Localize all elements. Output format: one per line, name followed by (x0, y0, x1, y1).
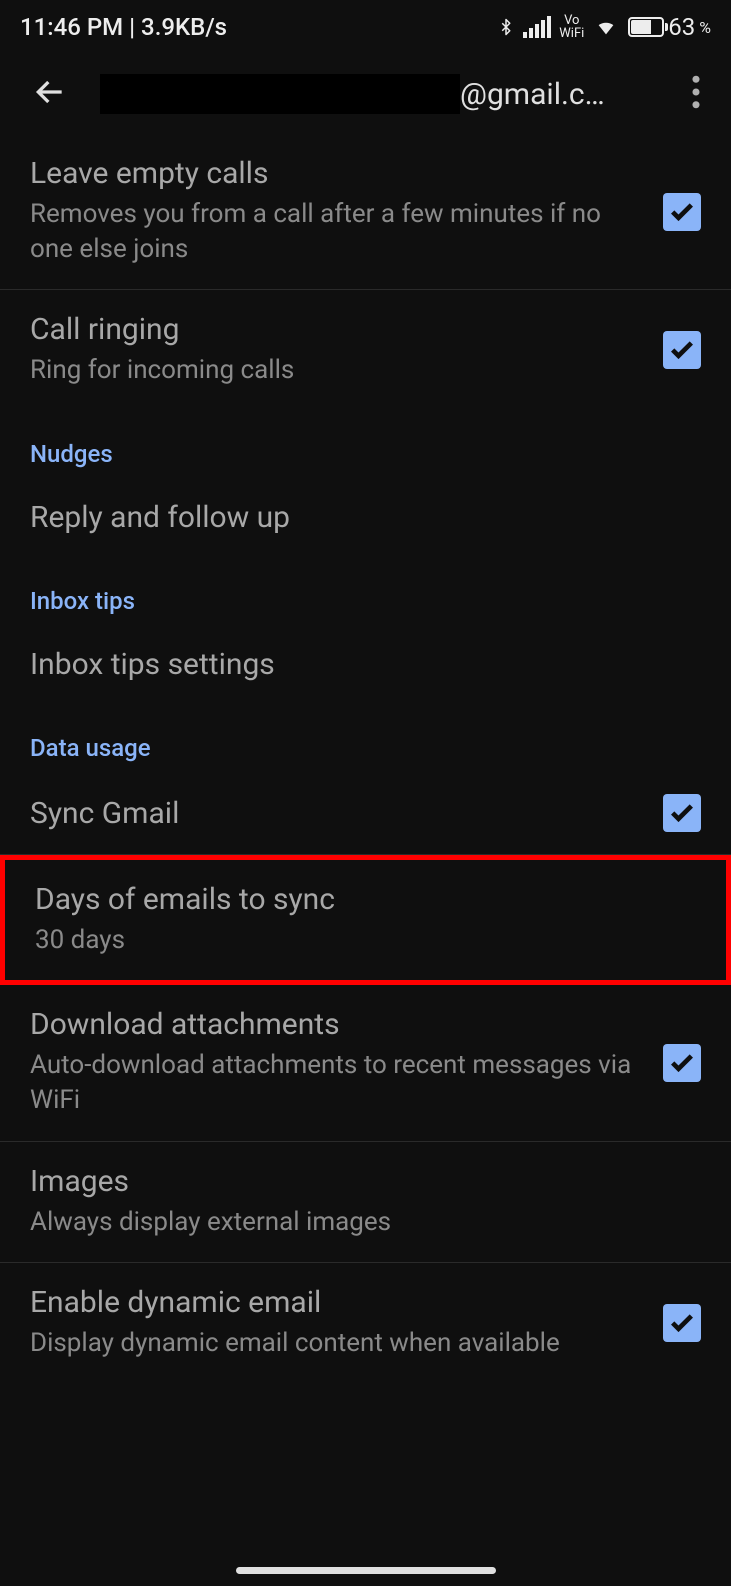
check-icon (668, 799, 696, 827)
download-attachments-title: Download attachments (30, 1007, 643, 1042)
call-ringing-checkbox[interactable] (663, 331, 701, 369)
vowifi-icon: VoWiFi (559, 14, 584, 40)
setting-download-attachments[interactable]: Download attachments Auto-download attac… (0, 985, 731, 1141)
dynamic-email-checkbox[interactable] (663, 1304, 701, 1342)
leave-empty-calls-sub: Removes you from a call after a few minu… (30, 197, 643, 267)
check-icon (668, 336, 696, 364)
app-bar: @gmail.c… (0, 54, 731, 134)
more-menu-button[interactable] (681, 75, 711, 113)
setting-images[interactable]: Images Always display external images (0, 1142, 731, 1263)
account-title: @gmail.c… (460, 77, 605, 112)
status-time-speed: 11:46 PM | 3.9KB/s (20, 13, 227, 41)
call-ringing-title: Call ringing (30, 312, 643, 347)
setting-sync-gmail[interactable]: Sync Gmail (0, 772, 731, 855)
bluetooth-icon (497, 13, 515, 41)
inbox-tips-settings-title: Inbox tips settings (30, 647, 681, 682)
section-inbox-tips: Inbox tips (0, 557, 731, 625)
sync-gmail-checkbox[interactable] (663, 794, 701, 832)
setting-call-ringing[interactable]: Call ringing Ring for incoming calls (0, 290, 731, 410)
account-title-wrap: @gmail.c… (100, 74, 651, 114)
images-sub: Always display external images (30, 1205, 681, 1240)
leave-empty-calls-title: Leave empty calls (30, 156, 643, 191)
status-bar: 11:46 PM | 3.9KB/s VoWiFi 63% (0, 0, 731, 54)
check-icon (668, 198, 696, 226)
home-indicator[interactable] (236, 1567, 496, 1574)
signal-icon (523, 16, 551, 38)
status-icons: VoWiFi 63% (497, 13, 711, 41)
wifi-icon (592, 16, 620, 38)
leave-empty-calls-checkbox[interactable] (663, 193, 701, 231)
setting-leave-empty-calls[interactable]: Leave empty calls Removes you from a cal… (0, 134, 731, 290)
setting-inbox-tips-settings[interactable]: Inbox tips settings (0, 625, 731, 704)
setting-reply-follow-up[interactable]: Reply and follow up (0, 478, 731, 557)
days-to-sync-sub: 30 days (35, 923, 676, 958)
redacted-email-prefix (100, 74, 460, 114)
dynamic-email-title: Enable dynamic email (30, 1285, 643, 1320)
battery-percent: 63 (668, 13, 695, 41)
battery-icon: 63% (628, 13, 711, 41)
download-attachments-checkbox[interactable] (663, 1044, 701, 1082)
days-to-sync-title: Days of emails to sync (35, 882, 676, 917)
check-icon (668, 1049, 696, 1077)
setting-days-of-emails-to-sync[interactable]: Days of emails to sync 30 days (0, 855, 731, 985)
images-title: Images (30, 1164, 681, 1199)
section-data-usage: Data usage (0, 704, 731, 772)
sync-gmail-title: Sync Gmail (30, 796, 643, 831)
reply-follow-up-title: Reply and follow up (30, 500, 681, 535)
back-button[interactable] (30, 72, 70, 116)
section-nudges: Nudges (0, 410, 731, 478)
check-icon (668, 1309, 696, 1337)
setting-enable-dynamic-email[interactable]: Enable dynamic email Display dynamic ema… (0, 1263, 731, 1383)
call-ringing-sub: Ring for incoming calls (30, 353, 643, 388)
dynamic-email-sub: Display dynamic email content when avail… (30, 1326, 643, 1361)
download-attachments-sub: Auto-download attachments to recent mess… (30, 1048, 643, 1118)
